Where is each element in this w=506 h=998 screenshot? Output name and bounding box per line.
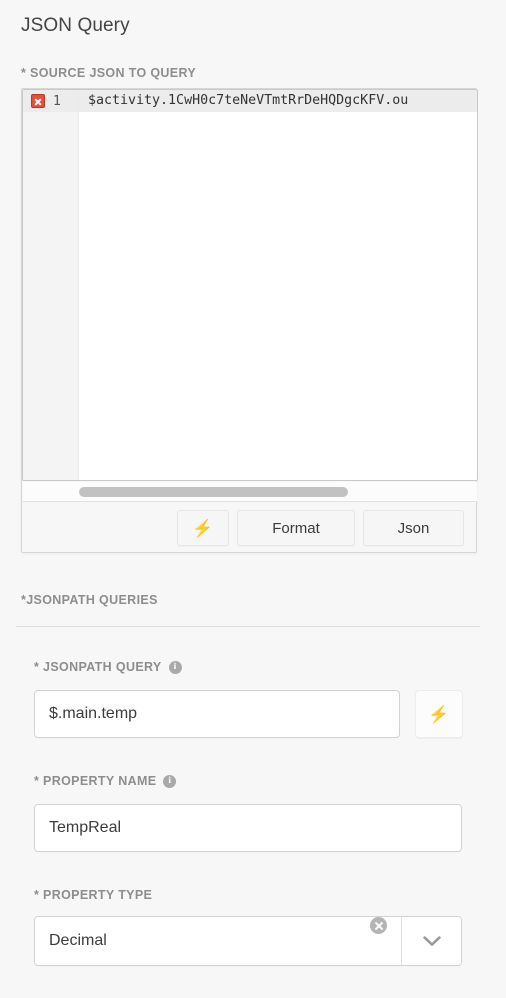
jsonpath-query-label: * JSONPATH QUERY i [34,660,182,674]
lightning-bolt-icon: ⚡ [192,518,214,538]
json-query-panel: JSON Query * SOURCE JSON TO QUERY 1 $act… [0,0,506,998]
editor-button-bar: ⚡ Format Json [22,503,478,553]
info-icon[interactable]: i [163,774,177,788]
code-editor-area[interactable]: 1 $activity.1CwH0c7teNeVTmtRrDeHQDgcKFV.… [22,89,478,481]
editor-horizontal-scrollbar[interactable] [23,482,477,502]
format-button[interactable]: Format [237,510,355,546]
gutter-row-1: 1 [23,90,79,112]
clear-circle-icon[interactable] [370,917,387,934]
line-number: 1 [53,93,61,109]
property-name-label-text: * PROPERTY NAME [34,774,157,788]
property-name-input[interactable] [34,804,462,852]
error-x-icon[interactable] [31,94,45,108]
jsonpath-run-button[interactable]: ⚡ [415,690,463,738]
jsonpath-query-input[interactable] [34,690,400,738]
property-type-label: * PROPERTY TYPE [34,888,152,902]
property-name-label: * PROPERTY NAME i [34,774,177,788]
code-line-1[interactable]: $activity.1CwH0c7teNeVTmtRrDeHQDgcKFV.ou [79,90,477,112]
scrollbar-thumb[interactable] [79,487,348,497]
info-icon[interactable]: i [168,660,182,674]
editor-gutter [23,90,79,480]
chevron-down-icon[interactable] [401,917,461,965]
property-type-value[interactable]: Decimal [35,917,370,965]
source-json-label: * SOURCE JSON TO QUERY [21,66,197,80]
jsonpath-queries-section-label: *JSONPATH QUERIES [21,593,158,607]
lightning-bolt-icon: ⚡ [428,704,450,724]
property-type-select[interactable]: Decimal [34,916,462,966]
run-expression-button[interactable]: ⚡ [177,510,229,546]
jsonpath-query-label-text: * JSONPATH QUERY [34,660,162,674]
section-divider [16,626,480,627]
page-title: JSON Query [21,15,130,36]
json-button[interactable]: Json [363,510,464,546]
source-json-editor[interactable]: 1 $activity.1CwH0c7teNeVTmtRrDeHQDgcKFV.… [21,88,478,553]
property-type-label-text: * PROPERTY TYPE [34,888,153,902]
